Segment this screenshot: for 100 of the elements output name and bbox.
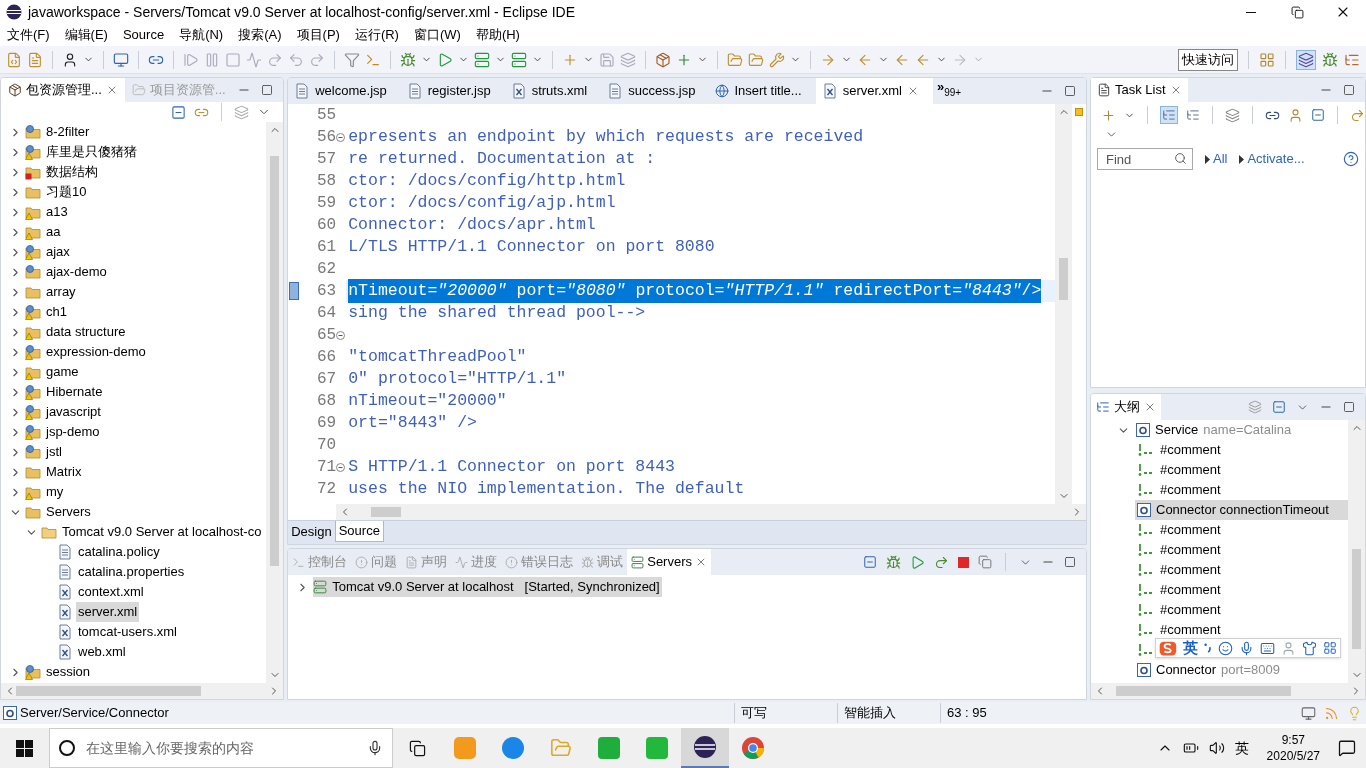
toolbox-icon[interactable] bbox=[1323, 641, 1337, 655]
editor-mode-tab[interactable]: Source bbox=[334, 521, 384, 542]
tree-item[interactable]: web.xml bbox=[76, 642, 128, 662]
save-icon[interactable] bbox=[599, 51, 615, 68]
open-resource-icon[interactable] bbox=[27, 51, 43, 68]
start-icon[interactable] bbox=[910, 554, 925, 570]
tree-item[interactable]: Hibernate bbox=[44, 382, 105, 402]
scrollbar-thumb[interactable] bbox=[1059, 258, 1068, 300]
user-icon[interactable] bbox=[62, 51, 78, 68]
outline-item[interactable]: #comment bbox=[1160, 540, 1221, 560]
open-folder-icon[interactable] bbox=[748, 51, 764, 68]
run-icon[interactable] bbox=[437, 51, 453, 68]
focus-icon[interactable] bbox=[1225, 107, 1240, 123]
find-field[interactable]: Find bbox=[1097, 148, 1193, 170]
tree-item[interactable]: my bbox=[44, 482, 66, 502]
collapse-all-icon[interactable] bbox=[1272, 400, 1286, 414]
monitor-icon[interactable] bbox=[113, 51, 129, 68]
tree-item[interactable]: ajax bbox=[44, 242, 72, 262]
tree-item[interactable]: jstl bbox=[44, 442, 64, 462]
menu-item[interactable]: 项目(P) bbox=[296, 25, 340, 45]
monitor-icon[interactable] bbox=[1301, 705, 1316, 721]
tree-item[interactable]: catalina.policy bbox=[76, 542, 162, 562]
new-package-icon[interactable] bbox=[655, 51, 671, 68]
tree-item[interactable]: 8-2filter bbox=[44, 122, 92, 142]
microphone-icon[interactable] bbox=[367, 740, 383, 756]
outline-item[interactable]: #comment bbox=[1160, 440, 1221, 460]
windows-start-icon[interactable] bbox=[16, 739, 33, 757]
outline-item[interactable]: Connector bbox=[1156, 660, 1216, 680]
open-perspective-icon[interactable] bbox=[1259, 51, 1275, 68]
keyboard-icon[interactable] bbox=[1260, 640, 1275, 656]
menu-item[interactable]: 帮助(H) bbox=[475, 25, 520, 45]
focus-icon[interactable] bbox=[234, 104, 250, 120]
clock[interactable]: 9:57 2020/5/27 bbox=[1258, 732, 1328, 764]
tree-item[interactable]: game bbox=[44, 362, 81, 382]
run-server-icon[interactable] bbox=[474, 51, 490, 68]
editor-tab[interactable]: success.jsp bbox=[601, 78, 710, 104]
battery-icon[interactable] bbox=[1182, 740, 1199, 756]
tree-item[interactable]: jsp-demo bbox=[44, 422, 102, 442]
vertical-scrollbar[interactable] bbox=[1055, 104, 1072, 504]
tree-item[interactable]: catalina.properties bbox=[76, 562, 187, 582]
tree-item[interactable]: array bbox=[44, 282, 78, 302]
menu-item[interactable]: 窗口(W) bbox=[413, 25, 461, 45]
emoji-icon[interactable] bbox=[1218, 640, 1233, 656]
editor-tab[interactable]: Insert title... bbox=[709, 78, 816, 104]
horizontal-scrollbar[interactable] bbox=[336, 504, 1086, 520]
my-tasks-icon[interactable] bbox=[1288, 107, 1303, 123]
tree-item[interactable]: 数据结构 bbox=[44, 162, 100, 182]
skin-icon[interactable] bbox=[1302, 640, 1317, 656]
outline-item[interactable]: Service bbox=[1155, 420, 1199, 440]
quick-access-field[interactable]: 快速访问 bbox=[1178, 48, 1238, 71]
use-step-filters-icon[interactable] bbox=[344, 51, 360, 68]
debug-icon[interactable] bbox=[400, 51, 416, 68]
fold-icon[interactable] bbox=[336, 132, 346, 142]
notifications-icon[interactable] bbox=[1338, 739, 1356, 757]
resume-icon[interactable] bbox=[183, 51, 199, 68]
tree-item[interactable]: aa bbox=[44, 222, 63, 242]
scrollbar-thumb[interactable] bbox=[270, 156, 280, 566]
menu-item[interactable]: Source bbox=[122, 25, 165, 45]
taskbar-search-field[interactable]: 在这里输入你要搜索的内容 bbox=[49, 728, 393, 768]
close-icon[interactable] bbox=[695, 556, 707, 568]
maximize-icon[interactable] bbox=[1343, 84, 1355, 96]
menu-item[interactable]: 导航(N) bbox=[179, 25, 224, 45]
tree-item[interactable]: context.xml bbox=[76, 582, 146, 602]
tree-item[interactable]: a13 bbox=[44, 202, 70, 222]
tip-icon[interactable] bbox=[1347, 705, 1362, 721]
open-type-icon[interactable] bbox=[6, 51, 22, 68]
collapse-all-icon[interactable] bbox=[863, 555, 877, 569]
tree-item[interactable]: Matrix bbox=[44, 462, 84, 482]
scrollbar-thumb[interactable] bbox=[16, 686, 201, 696]
maximize-icon[interactable] bbox=[1343, 401, 1355, 413]
step-into-icon[interactable] bbox=[267, 51, 283, 68]
task-link[interactable]: All bbox=[1213, 149, 1228, 169]
task-link[interactable]: Activate... bbox=[1247, 149, 1305, 169]
new-task-icon[interactable] bbox=[1101, 107, 1116, 123]
feed-icon[interactable] bbox=[1324, 705, 1339, 721]
tree-item[interactable]: server.xml bbox=[76, 602, 140, 622]
view-tab[interactable]: Servers bbox=[627, 549, 711, 575]
step-over-icon[interactable] bbox=[288, 51, 304, 68]
maximize-icon[interactable] bbox=[1064, 556, 1076, 568]
outline-item[interactable]: #comment bbox=[1160, 520, 1221, 540]
synchronize-icon[interactable] bbox=[1350, 107, 1365, 123]
fold-icon[interactable] bbox=[336, 462, 346, 472]
punctuation-icon[interactable] bbox=[1203, 641, 1212, 655]
debug-icon[interactable] bbox=[886, 554, 901, 570]
debug-perspective-icon[interactable] bbox=[1322, 51, 1338, 68]
menu-item[interactable]: 搜索(A) bbox=[238, 25, 282, 45]
menu-item[interactable]: 运行(R) bbox=[354, 25, 399, 45]
tree-item[interactable]: session bbox=[44, 662, 93, 682]
publish-icon[interactable] bbox=[978, 555, 992, 569]
view-tab[interactable]: 包资源管理... bbox=[1, 78, 125, 102]
scrollbar-thumb[interactable] bbox=[1352, 549, 1361, 649]
tree-item[interactable]: Servers bbox=[44, 502, 93, 522]
outline-item[interactable]: #comment bbox=[1160, 560, 1221, 580]
editor-mode-tab[interactable]: Design bbox=[288, 521, 335, 542]
tree-item[interactable]: 习题10 bbox=[44, 182, 89, 202]
vertical-scrollbar[interactable] bbox=[1348, 420, 1365, 683]
view-tab[interactable]: Task List bbox=[1091, 78, 1188, 102]
outline-item[interactable]: #comment bbox=[1160, 460, 1221, 480]
menu-item[interactable]: 编辑(E) bbox=[64, 25, 108, 45]
outline-item[interactable]: #comment bbox=[1160, 480, 1221, 500]
